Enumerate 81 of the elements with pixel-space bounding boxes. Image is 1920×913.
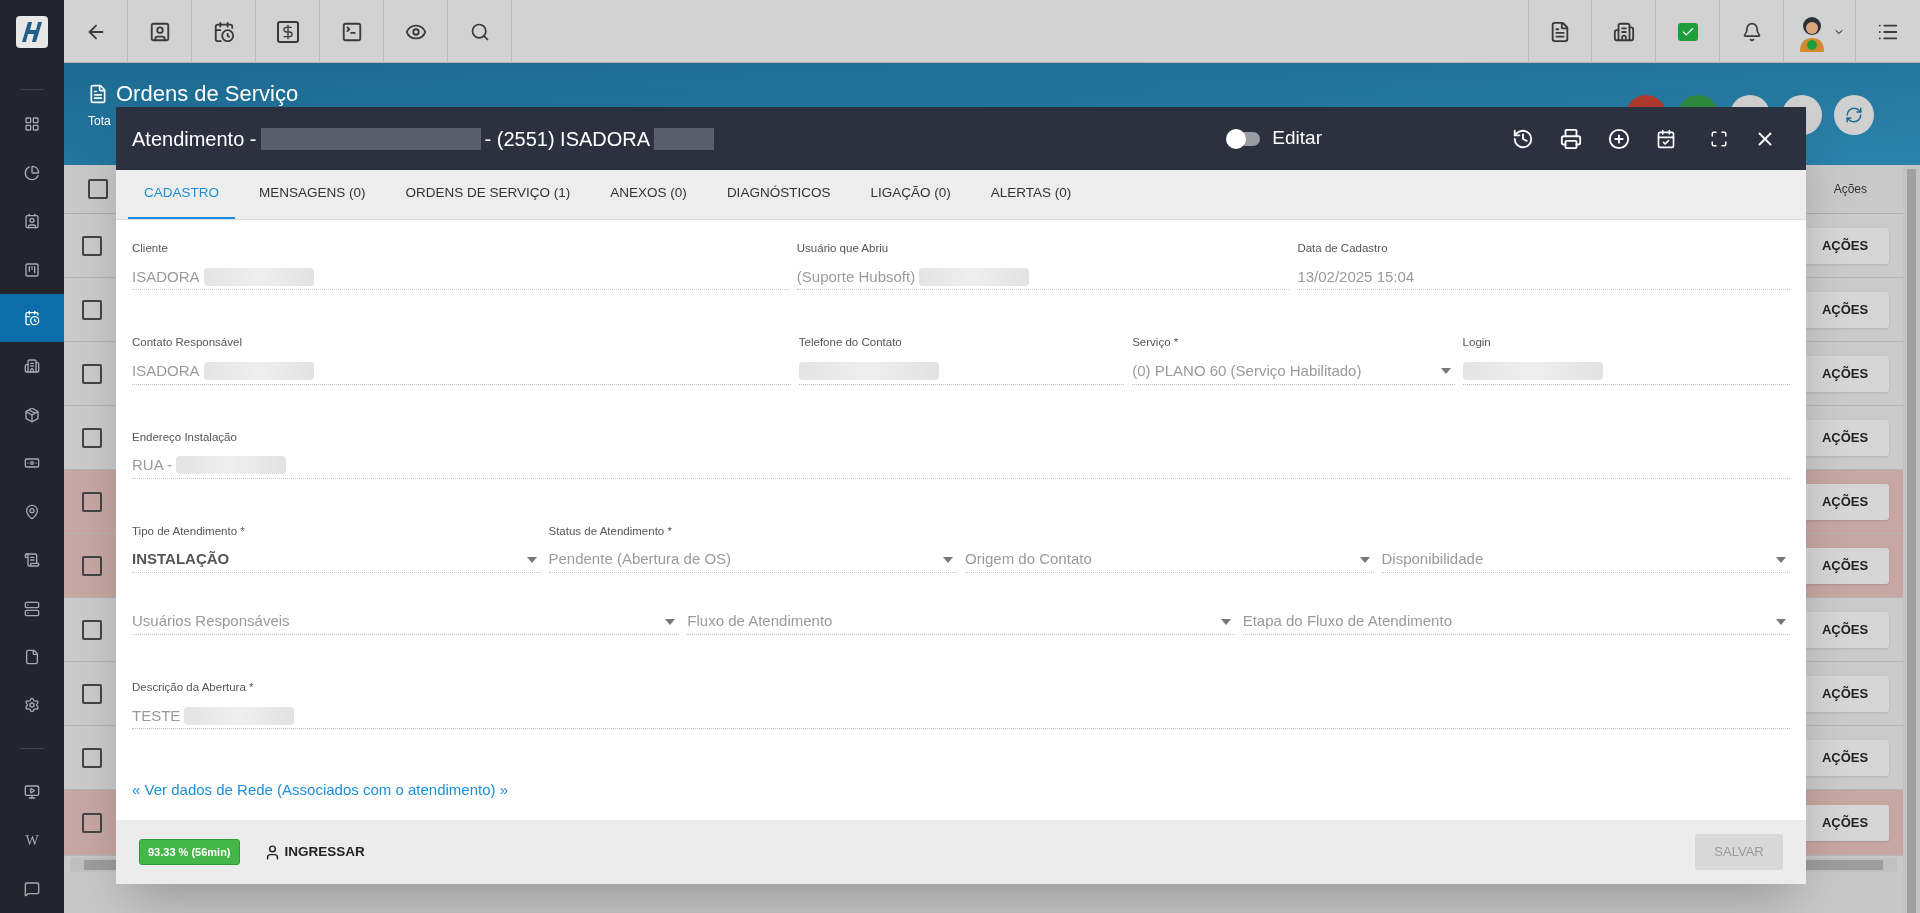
edit-toggle[interactable]: Editar xyxy=(1226,124,1322,153)
pie-chart-icon xyxy=(24,164,40,181)
dropdown-caret-icon xyxy=(1440,368,1451,374)
dropdown-caret-icon xyxy=(1220,618,1231,625)
document-icon xyxy=(88,83,108,104)
vertical-scrollbar[interactable] xyxy=(1903,165,1920,913)
bell-icon xyxy=(1741,21,1762,42)
add-icon[interactable] xyxy=(1608,127,1630,150)
package-icon xyxy=(24,406,40,423)
map-pin-icon xyxy=(24,503,40,520)
field-label: Contato Responsável xyxy=(132,335,243,351)
row-checkbox[interactable] xyxy=(82,747,102,768)
building-icon xyxy=(1612,20,1635,43)
sidebar-item[interactable] xyxy=(0,293,64,343)
redacted-block xyxy=(654,128,715,151)
settings-icon xyxy=(24,697,40,714)
field-label: Descrição da Abertura * xyxy=(132,680,255,695)
progress-badge: 93.33 % (56min) xyxy=(139,838,240,866)
dropdown-caret-icon xyxy=(1776,556,1786,563)
column-header: Ações xyxy=(1833,181,1867,198)
print-icon[interactable] xyxy=(1560,127,1582,150)
building-icon xyxy=(24,358,40,375)
field-label: Usuário que Abriu xyxy=(796,241,890,256)
contact-card-icon xyxy=(148,20,171,43)
field-label: Tipo de Atendimento * xyxy=(132,523,246,539)
calendar-clock-icon xyxy=(24,309,40,326)
page-title: Ordens de Serviço xyxy=(116,80,299,108)
tab[interactable]: ALERTAS (0) xyxy=(974,170,1088,219)
terminal-icon xyxy=(340,20,363,43)
field-label: Data de Cadastro xyxy=(1297,241,1389,256)
kanban-icon xyxy=(24,261,40,278)
tab[interactable]: ANEXOS (0) xyxy=(594,170,703,219)
row-checkbox[interactable] xyxy=(82,491,102,512)
calendar-clock-icon xyxy=(212,20,235,43)
join-button[interactable]: INGRESSAR xyxy=(263,841,365,863)
refresh-icon xyxy=(1845,106,1863,124)
network-data-link[interactable]: « Ver dados de Rede (Associados com o atendimento) » xyxy=(132,779,509,802)
page-subtitle: Tota xyxy=(88,113,112,130)
search-icon xyxy=(469,21,490,42)
row-checkbox[interactable] xyxy=(82,235,102,256)
row-checkbox[interactable] xyxy=(82,812,102,833)
dropdown-caret-icon xyxy=(526,556,537,563)
select-field[interactable]: INSTALAÇÃO xyxy=(132,547,541,573)
select-all-checkbox[interactable] xyxy=(88,179,108,199)
tab[interactable]: MENSAGENS (0) xyxy=(243,170,382,219)
row-checkbox[interactable] xyxy=(82,363,102,384)
row-checkbox[interactable] xyxy=(82,299,102,320)
field-label: Serviço * xyxy=(1132,335,1180,351)
field-label: Endereço Instalação xyxy=(132,429,238,445)
dropdown-caret-icon xyxy=(1776,618,1786,625)
chat-check-icon xyxy=(1677,22,1698,41)
history-icon[interactable] xyxy=(1512,127,1534,150)
modal-title: Atendimento - xyxy=(132,126,257,152)
server-icon xyxy=(24,600,40,617)
video-icon xyxy=(24,783,40,800)
calendar-check-icon[interactable] xyxy=(1656,128,1676,149)
field-label: Status de Atendimento * xyxy=(548,523,673,539)
dollar-icon xyxy=(276,20,299,43)
row-checkbox[interactable] xyxy=(82,683,102,704)
logo-icon[interactable] xyxy=(16,15,48,48)
row-checkbox[interactable] xyxy=(82,555,102,576)
dropdown-caret-icon xyxy=(943,556,953,563)
sidebar-item[interactable]: W xyxy=(0,816,64,865)
fullscreen-icon[interactable] xyxy=(1710,129,1728,148)
field-label: Cliente xyxy=(132,241,169,256)
contact-card-icon xyxy=(24,213,40,230)
row-checkbox[interactable] xyxy=(82,427,102,448)
document-icon xyxy=(1549,20,1571,43)
tab[interactable]: DIAGNÓSTICOS xyxy=(710,170,847,219)
row-checkbox[interactable] xyxy=(82,619,102,640)
refresh-button[interactable] xyxy=(1834,95,1874,135)
file-icon xyxy=(24,649,40,666)
tab[interactable]: ORDENS DE SERVIÇO (1) xyxy=(389,170,587,219)
field-label: Telefone do Contato xyxy=(798,335,903,351)
chat-icon xyxy=(24,880,40,897)
modal-title: - (2551) ISADORA xyxy=(484,126,651,152)
dropdown-caret-icon xyxy=(1359,556,1370,563)
grid-icon xyxy=(24,116,40,133)
field-label: Login xyxy=(1462,335,1492,351)
dropdown-caret-icon xyxy=(665,618,676,625)
tab[interactable]: LIGAÇÃO (0) xyxy=(854,170,967,219)
